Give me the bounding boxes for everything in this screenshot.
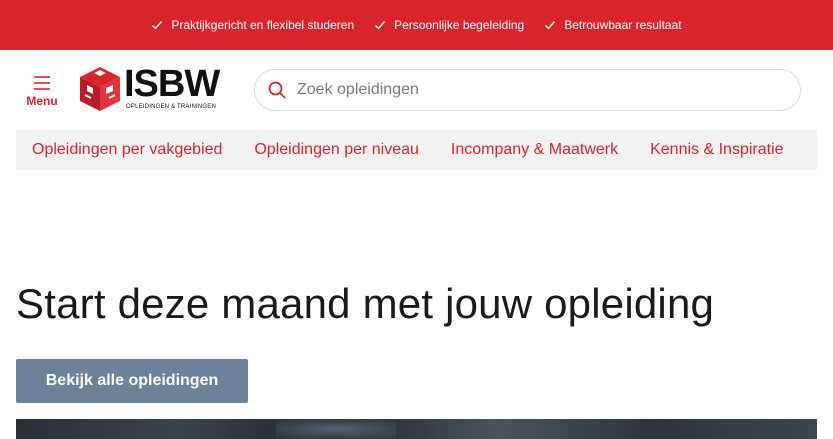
- nav-item-niveau[interactable]: Opleidingen per niveau: [238, 141, 435, 159]
- search-input[interactable]: [297, 81, 767, 99]
- check-icon: [375, 21, 386, 30]
- main-navigation: Opleidingen per vakgebied Opleidingen pe…: [16, 130, 817, 170]
- isbw-logo[interactable]: ISBW OPLEIDINGEN & TRAININGEN: [78, 65, 230, 117]
- usp-label: Betrouwbaar resultaat: [564, 18, 682, 32]
- logo-cube-icon: [80, 67, 120, 111]
- logo-wordmark: ISBW: [124, 63, 220, 105]
- logo-tagline: OPLEIDINGEN & TRAININGEN: [126, 104, 217, 110]
- hero-image-highlight: [276, 419, 396, 439]
- nav-item-kennis[interactable]: Kennis & Inspiratie: [634, 141, 799, 159]
- search-icon: [268, 81, 286, 99]
- view-all-courses-button[interactable]: Bekijk alle opleidingen: [16, 359, 248, 403]
- page-title: Start deze maand met jouw opleiding: [16, 280, 715, 327]
- check-icon: [152, 21, 163, 30]
- nav-item-incompany[interactable]: Incompany & Maatwerk: [435, 141, 634, 159]
- menu-label: Menu: [26, 94, 58, 108]
- menu-button[interactable]: Menu: [22, 74, 62, 108]
- usp-label: Persoonlijke begeleiding: [394, 18, 525, 32]
- usp-item: Persoonlijke begeleiding: [374, 18, 524, 32]
- hero-image: [16, 419, 817, 439]
- hamburger-icon: [34, 76, 50, 90]
- usp-item: Betrouwbaar resultaat: [544, 18, 682, 32]
- search-bar[interactable]: [254, 69, 801, 111]
- usp-item: Praktijkgericht en flexibel studeren: [151, 18, 354, 32]
- usp-label: Praktijkgericht en flexibel studeren: [171, 18, 355, 32]
- nav-item-vakgebied[interactable]: Opleidingen per vakgebied: [16, 141, 238, 159]
- check-icon: [545, 21, 556, 30]
- usp-bar: Praktijkgericht en flexibel studeren Per…: [0, 0, 833, 50]
